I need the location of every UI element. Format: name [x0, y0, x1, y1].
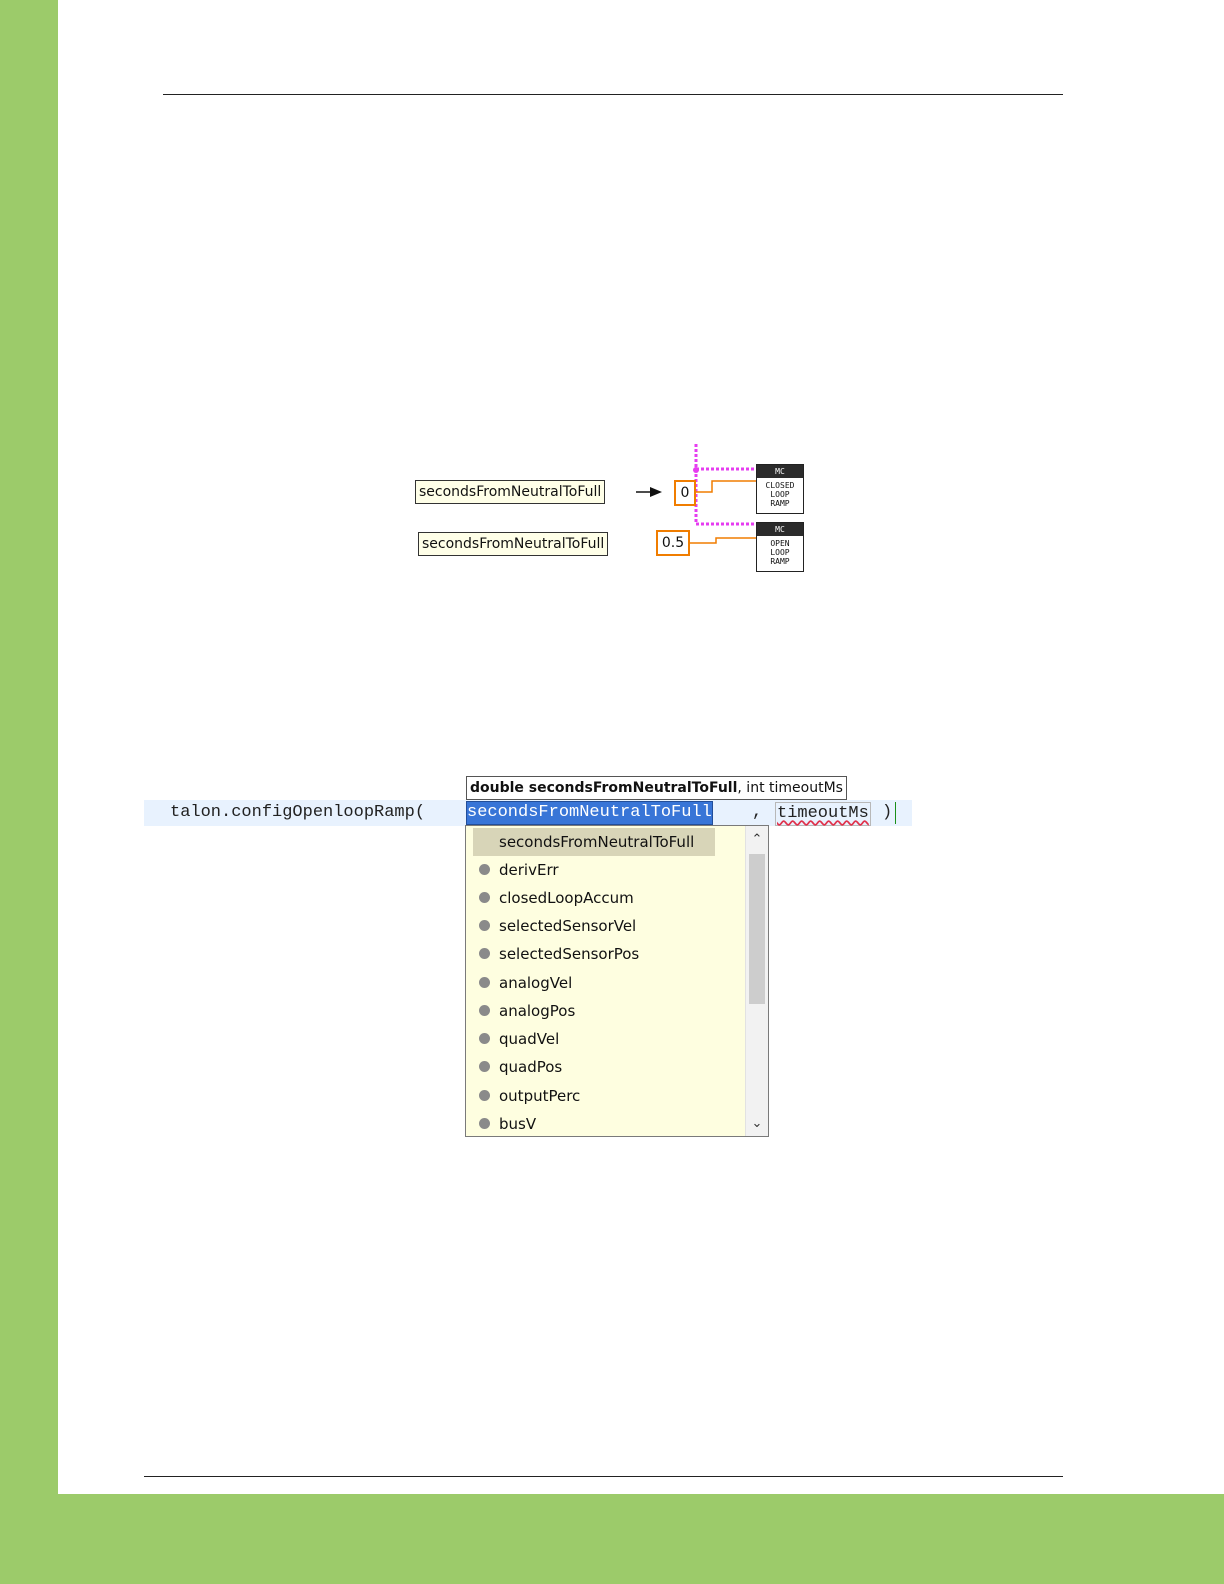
- autocomplete-item[interactable]: selectedSensorPos: [466, 940, 746, 968]
- block-line: CLOSED: [765, 481, 795, 490]
- label-seconds-open: secondsFromNeutralToFull: [418, 532, 609, 556]
- block-line: LOOP: [770, 490, 790, 499]
- code-param-timeout[interactable]: timeoutMs: [775, 802, 871, 826]
- page-margin-left: [0, 0, 58, 1584]
- autocomplete-item-label: analogPos: [499, 1002, 576, 1020]
- autocomplete-scrollbar[interactable]: ⌃ ⌄: [745, 826, 768, 1136]
- autocomplete-item[interactable]: selectedSensorVel: [466, 912, 746, 940]
- open-loop-ramp-block[interactable]: MC OPEN LOOP RAMP: [756, 522, 804, 572]
- block-line: LOOP: [770, 548, 790, 557]
- page-corner: [58, 1440, 118, 1494]
- autocomplete-item[interactable]: analogVel: [466, 969, 746, 997]
- code-comma: ,: [752, 803, 763, 822]
- autocomplete-item-label: quadPos: [499, 1058, 563, 1076]
- autocomplete-item[interactable]: analogPos: [466, 997, 746, 1025]
- block-line: RAMP: [770, 557, 790, 566]
- field-icon: [479, 920, 490, 931]
- block-line: RAMP: [770, 499, 790, 508]
- autocomplete-item-label: quadVel: [499, 1030, 560, 1048]
- field-icon: [479, 892, 490, 903]
- field-icon: [479, 864, 490, 875]
- field-icon: [479, 1061, 490, 1072]
- autocomplete-item-label: secondsFromNeutralToFull: [499, 833, 695, 851]
- autocomplete-item-selected[interactable]: secondsFromNeutralToFull: [473, 828, 715, 856]
- code-param-selected[interactable]: secondsFromNeutralToFull: [466, 801, 713, 825]
- field-icon: [479, 977, 490, 988]
- autocomplete-item-label: closedLoopAccum: [499, 889, 634, 907]
- autocomplete-item-label: busV: [499, 1115, 537, 1133]
- block-head: MC: [757, 465, 803, 478]
- arrow-head: [650, 487, 662, 497]
- scroll-down-icon[interactable]: ⌄: [746, 1112, 768, 1136]
- field-icon: [479, 1005, 490, 1016]
- constant-open-loop[interactable]: 0.5: [656, 530, 690, 556]
- block-head: MC: [757, 523, 803, 536]
- autocomplete-item-label: derivErr: [499, 861, 559, 879]
- autocomplete-item-label: outputPerc: [499, 1087, 581, 1105]
- code-close-paren: ): [882, 803, 893, 822]
- block-line: OPEN: [770, 539, 790, 548]
- autocomplete-item[interactable]: quadVel: [466, 1025, 746, 1053]
- autocomplete-item[interactable]: busV: [466, 1110, 746, 1136]
- footer-rule: [144, 1476, 1063, 1477]
- autocomplete-popup[interactable]: secondsFromNeutralToFull derivErr closed…: [465, 825, 769, 1137]
- autocomplete-item[interactable]: quadPos: [466, 1053, 746, 1081]
- header-rule: [163, 94, 1063, 95]
- tooltip-current-param: double secondsFromNeutralToFull: [470, 780, 738, 796]
- autocomplete-item[interactable]: closedLoopAccum: [466, 884, 746, 912]
- field-icon: [479, 1033, 490, 1044]
- numeric-wire-closed: [694, 480, 756, 493]
- page-margin-bottom: [0, 1494, 1224, 1584]
- field-icon: [479, 1118, 490, 1129]
- autocomplete-item-label: selectedSensorVel: [499, 917, 637, 935]
- scroll-up-icon[interactable]: ⌃: [746, 828, 768, 852]
- label-seconds-closed: secondsFromNeutralToFull: [415, 480, 606, 504]
- error-wire-junction: [693, 467, 699, 473]
- autocomplete-item[interactable]: derivErr: [466, 856, 746, 884]
- numeric-wire-open: [688, 537, 756, 544]
- closed-loop-ramp-block[interactable]: MC CLOSED LOOP RAMP: [756, 464, 804, 514]
- parameter-hint-tooltip: double secondsFromNeutralToFull, int tim…: [466, 776, 847, 800]
- constant-closed-loop[interactable]: 0: [674, 480, 696, 506]
- autocomplete-item[interactable]: outputPerc: [466, 1082, 746, 1110]
- field-icon: [479, 948, 490, 959]
- scrollbar-thumb[interactable]: [749, 854, 765, 1004]
- text-caret: [895, 802, 896, 824]
- autocomplete-item-label: selectedSensorPos: [499, 945, 640, 963]
- code-method-call[interactable]: talon.configOpenloopRamp(: [170, 803, 425, 823]
- field-icon: [479, 1090, 490, 1101]
- autocomplete-item-label: analogVel: [499, 974, 573, 992]
- tooltip-other-params: , int timeoutMs: [737, 780, 843, 796]
